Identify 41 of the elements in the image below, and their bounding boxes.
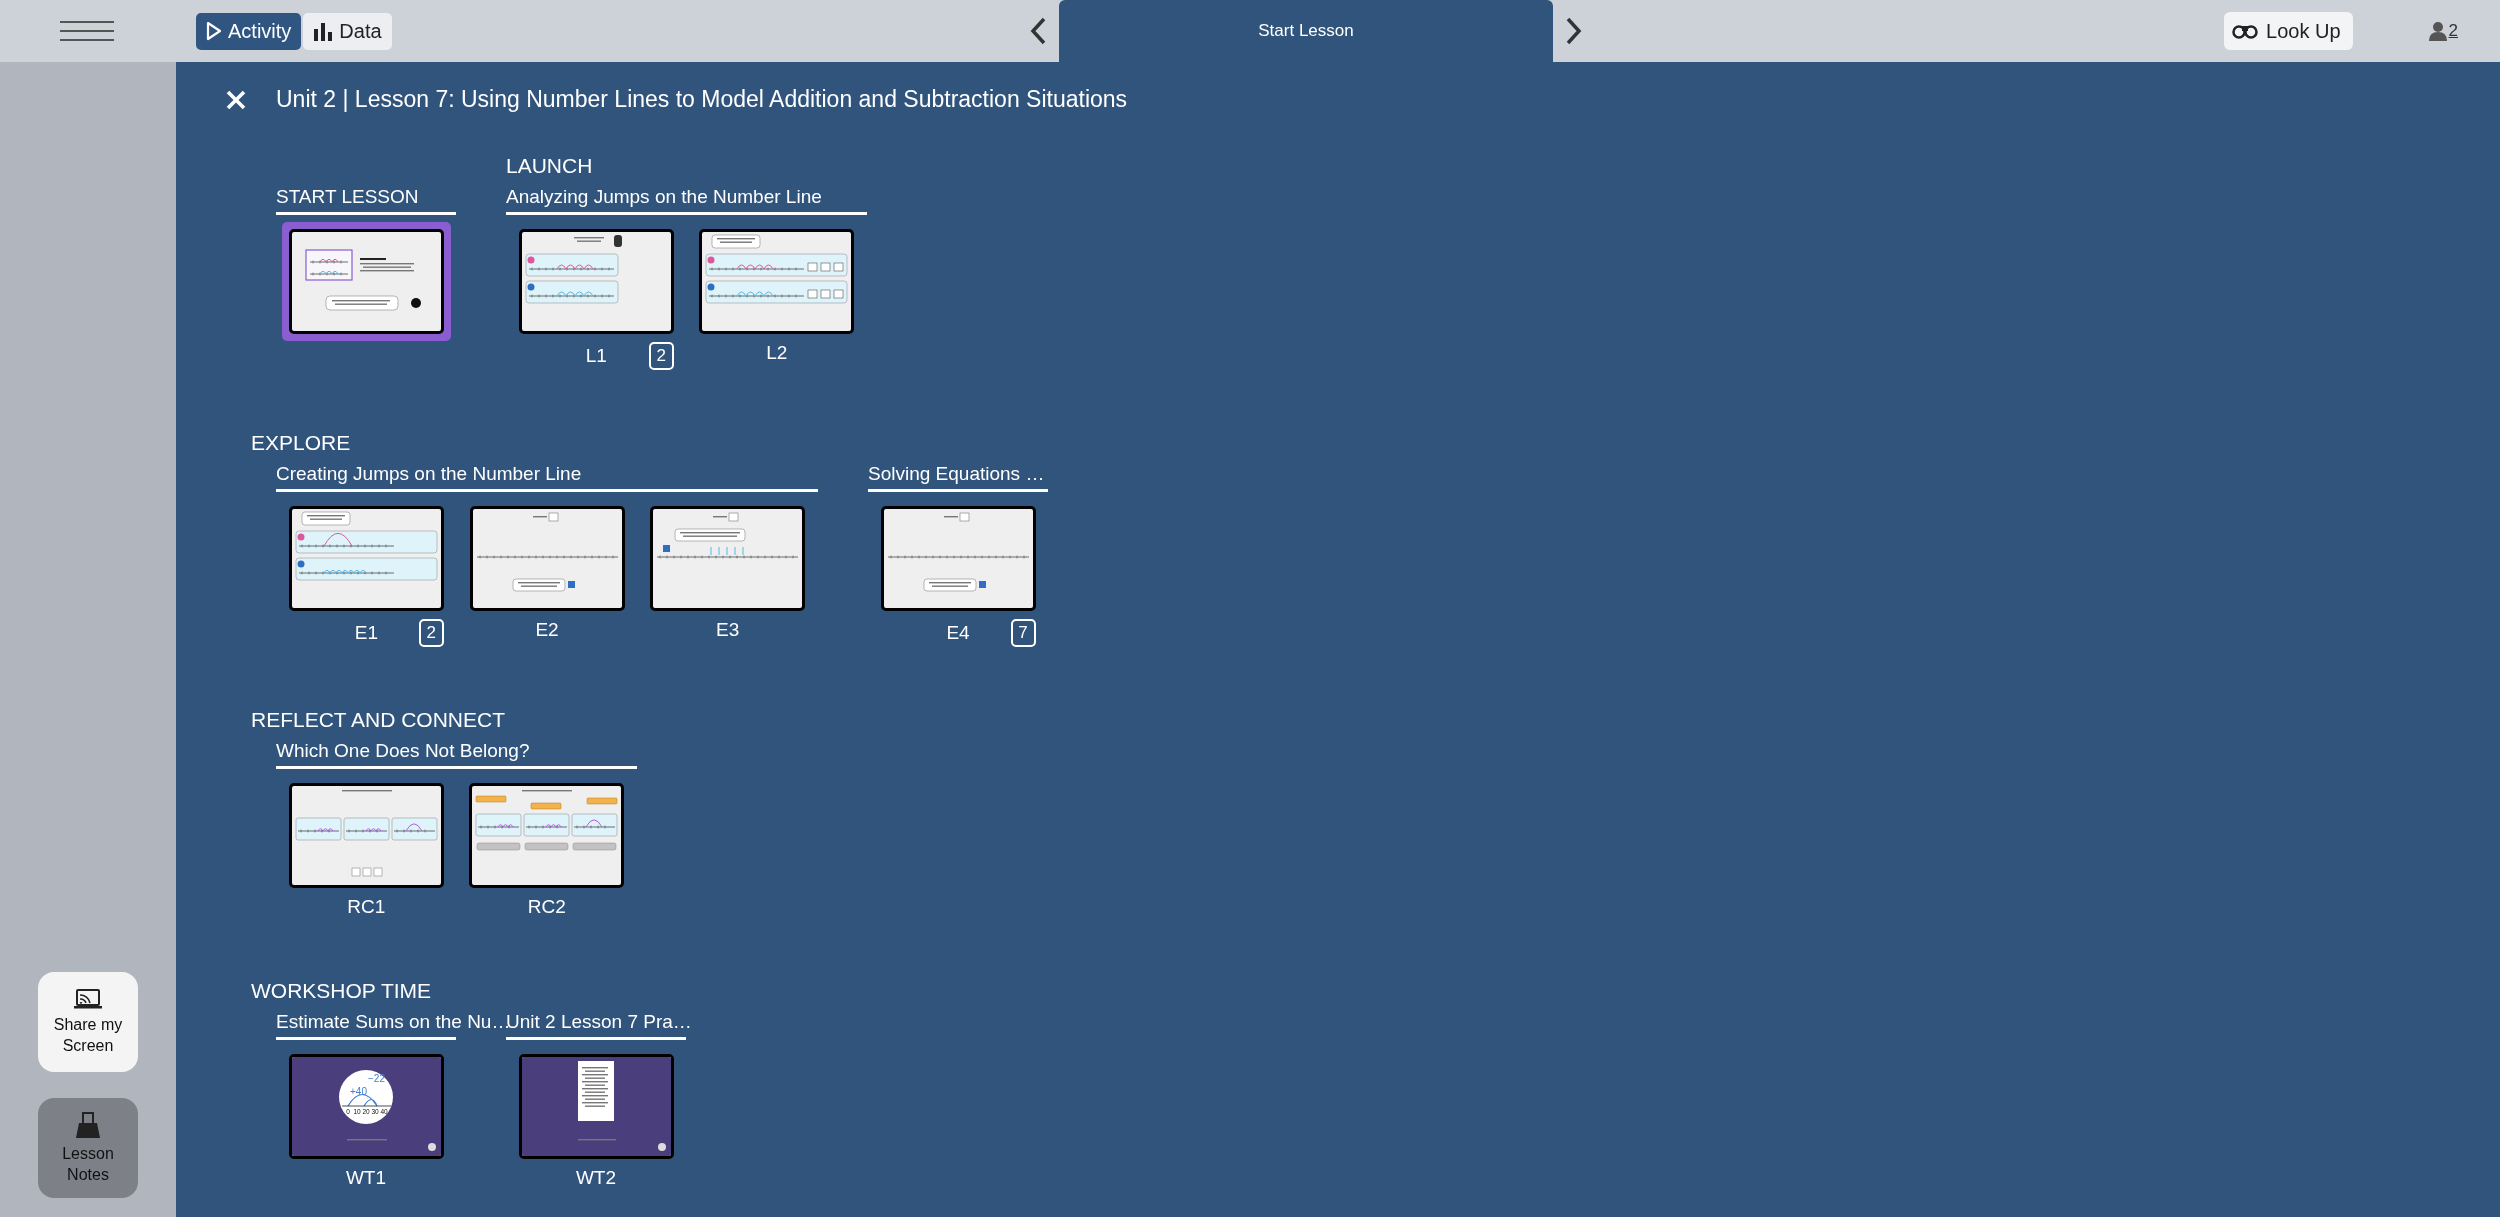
slide-label: RC2 <box>527 896 566 918</box>
section-heading: REFLECT AND CONNECT <box>251 707 506 733</box>
sidebar-button[interactable]: Lesson Notes <box>38 1098 138 1198</box>
screen-cast-icon <box>74 988 102 1010</box>
play-icon <box>206 21 222 41</box>
jump-label: −22 <box>367 1073 385 1084</box>
binder-clip-icon <box>76 1111 100 1139</box>
look-up-button[interactable]: Look Up <box>2224 12 2353 50</box>
lesson-title: Unit 2 | Lesson 7: Using Number Lines to Model Addition and Subtraction Situations <box>276 86 1128 113</box>
binoculars-icon <box>2232 23 2259 39</box>
current-tab[interactable]: Start Lesson <box>1059 0 1553 62</box>
slide-label: L2 <box>766 342 788 364</box>
section-heading: EXPLORE <box>251 430 352 456</box>
count-badge: 2 <box>418 619 444 647</box>
mode-tab[interactable]: Data <box>303 12 392 50</box>
slide-label: E3 <box>716 619 740 641</box>
jump-label: +40 <box>349 1086 367 1097</box>
sidebar-button[interactable]: Share my Screen <box>38 972 138 1072</box>
slide-label: L1 <box>585 345 607 367</box>
slide-label: E4 <box>946 622 970 644</box>
close-icon[interactable] <box>225 88 247 111</box>
activity-group-title: Solving Equations … <box>868 462 1045 486</box>
section-heading: WORKSHOP TIME <box>251 978 433 1004</box>
menu-icon[interactable] <box>60 20 114 42</box>
slide-thumbnail[interactable] <box>650 506 806 611</box>
section-heading: LAUNCH <box>506 153 594 179</box>
activity-group-title: START LESSON <box>276 185 419 209</box>
activity-group-title: Creating Jumps on the Number Line <box>276 462 582 486</box>
count-badge: 7 <box>1010 619 1036 647</box>
bar-chart-icon <box>313 21 334 41</box>
slide-label: E1 <box>354 622 378 644</box>
slide-label: WT2 <box>575 1167 617 1189</box>
count-badge: 2 <box>648 342 674 370</box>
slide-label: E2 <box>535 619 559 641</box>
mode-tab[interactable]: Activity <box>196 12 302 50</box>
person-icon <box>2428 21 2447 41</box>
slide-label: WT1 <box>345 1167 387 1189</box>
participant-count: 2 <box>2448 21 2458 41</box>
activity-group-title: Which One Does Not Belong? <box>276 739 530 763</box>
slide-label: RC1 <box>347 896 386 918</box>
activity-group-title: Analyzing Jumps on the Number Line <box>506 185 822 209</box>
